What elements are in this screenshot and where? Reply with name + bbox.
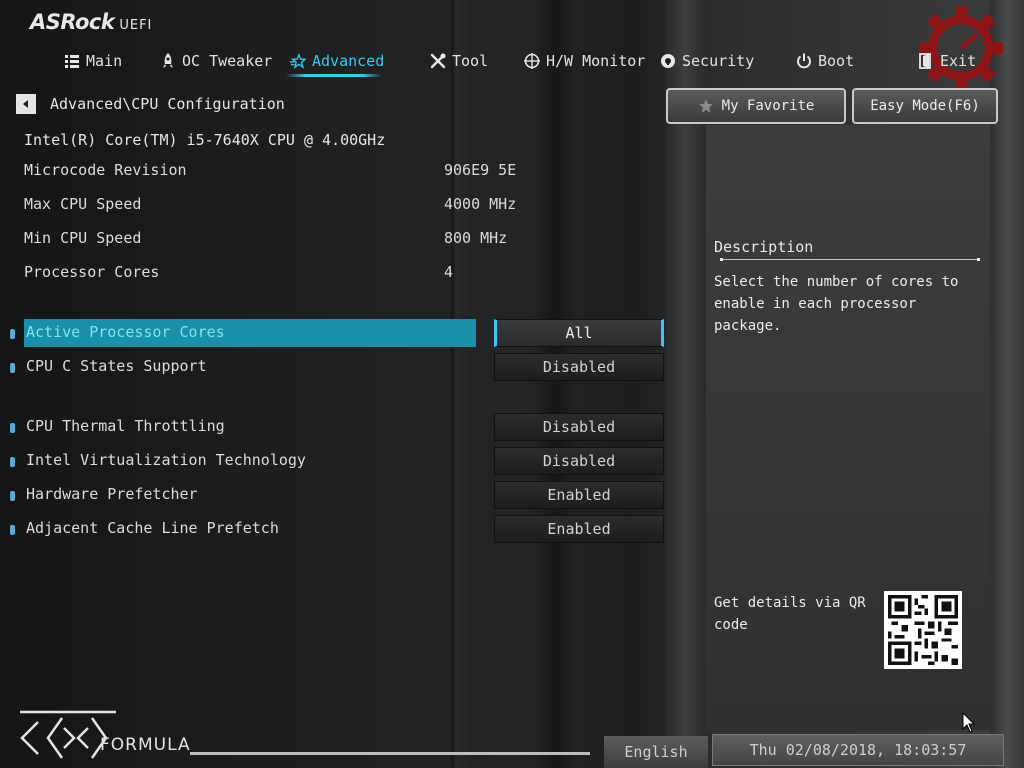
info-row: Min CPU Speed 800 MHz xyxy=(24,229,544,249)
exit-icon xyxy=(918,53,934,69)
brand-name: ASRock xyxy=(30,10,115,34)
info-value: 4000 MHz xyxy=(444,195,517,213)
tab-label: H/W Monitor xyxy=(546,52,646,70)
tab-label: Tool xyxy=(452,52,489,70)
tab-label: Main xyxy=(86,52,123,70)
description-text: Select the number of cores to enable in … xyxy=(714,274,959,334)
language-button[interactable]: English xyxy=(604,736,708,768)
tab-label: Security xyxy=(682,52,755,70)
info-value: 4 xyxy=(444,263,454,281)
asrock-logo: ASRock UEFI xyxy=(30,10,152,34)
breadcrumb-path: Advanced\CPU Configuration xyxy=(50,95,285,113)
description-title: Description xyxy=(714,238,814,256)
active-tab-indicator xyxy=(286,74,382,77)
option-label: Adjacent Cache Line Prefetch xyxy=(26,519,279,537)
tab-security[interactable]: Security xyxy=(660,46,754,76)
option-value-select[interactable]: Enabled xyxy=(494,481,664,509)
star-icon xyxy=(290,53,306,69)
tab-label: Advanced xyxy=(312,52,385,70)
easy-mode-button[interactable]: Easy Mode(F6) xyxy=(852,88,998,124)
option-label: Hardware Prefetcher xyxy=(26,485,198,503)
option-bullet xyxy=(10,363,15,373)
tab-boot[interactable]: Boot xyxy=(796,46,854,76)
option-value-select[interactable]: Disabled xyxy=(494,353,664,381)
power-icon xyxy=(796,53,812,69)
tab-main[interactable]: Main xyxy=(64,46,122,76)
option-bullet xyxy=(10,329,15,339)
description-divider xyxy=(720,258,980,261)
my-favorite-button[interactable]: My Favorite xyxy=(666,88,846,124)
datetime-display: Thu 02/08/2018, 18:03:57 xyxy=(712,734,1004,766)
formula-label: FORMULA xyxy=(100,735,191,755)
info-value: 906E9 5E xyxy=(444,161,517,179)
tab-hw-monitor[interactable]: H/W Monitor xyxy=(524,46,645,76)
option-hardware-prefetcher[interactable]: Hardware Prefetcher Enabled xyxy=(10,481,670,509)
option-label: CPU Thermal Throttling xyxy=(26,417,225,435)
tab-label: Exit xyxy=(940,52,977,70)
mouse-cursor-icon xyxy=(962,712,976,733)
background-stripe xyxy=(535,0,575,768)
option-cpu-c-states[interactable]: CPU C States Support Disabled xyxy=(10,353,670,381)
list-icon xyxy=(64,53,80,69)
shield-icon xyxy=(660,53,676,69)
monitor-icon xyxy=(524,53,540,69)
star-icon xyxy=(698,99,713,113)
qr-code xyxy=(884,591,962,669)
info-row: Microcode Revision 906E9 5E xyxy=(24,161,544,181)
back-button[interactable] xyxy=(16,94,36,114)
info-label: Max CPU Speed xyxy=(24,195,142,213)
uefi-label: UEFI xyxy=(119,18,153,33)
tab-label: Boot xyxy=(818,52,855,70)
info-row: Max CPU Speed 4000 MHz xyxy=(24,195,544,215)
breadcrumb: Advanced\CPU Configuration xyxy=(16,94,285,114)
option-label: CPU C States Support xyxy=(26,357,207,375)
top-nav: Main OC Tweaker Advanced Tool H/W Monito… xyxy=(0,46,1024,80)
easy-mode-label: Easy Mode(F6) xyxy=(870,98,980,114)
tab-advanced[interactable]: Advanced xyxy=(290,46,384,76)
option-value-select[interactable]: Disabled xyxy=(494,413,664,441)
tab-oc-tweaker[interactable]: OC Tweaker xyxy=(160,46,272,76)
option-bullet xyxy=(10,491,15,501)
option-value-select[interactable]: All xyxy=(494,319,664,347)
tab-label: OC Tweaker xyxy=(182,52,273,70)
back-arrow-icon xyxy=(23,100,28,108)
bottom-decoration-line xyxy=(190,752,590,755)
option-value-select[interactable]: Enabled xyxy=(494,515,664,543)
option-bullet xyxy=(10,457,15,467)
favorite-label: My Favorite xyxy=(721,98,815,114)
option-label: Active Processor Cores xyxy=(26,323,225,341)
option-bullet xyxy=(10,423,15,433)
tab-exit[interactable]: Exit xyxy=(918,46,976,76)
option-bullet xyxy=(10,525,15,535)
option-label: Intel Virtualization Technology xyxy=(26,451,306,469)
option-cpu-thermal-throttling[interactable]: CPU Thermal Throttling Disabled xyxy=(10,413,670,441)
info-label: Min CPU Speed xyxy=(24,229,142,247)
info-label: Microcode Revision xyxy=(24,161,187,179)
option-adjacent-cache-line-prefetch[interactable]: Adjacent Cache Line Prefetch Enabled xyxy=(10,515,670,543)
qr-caption: Get details via QR code xyxy=(714,595,866,633)
option-active-processor-cores[interactable]: Active Processor Cores All xyxy=(10,319,670,347)
info-label: Processor Cores xyxy=(24,263,160,281)
cpu-name: Intel(R) Core(TM) i5-7640X CPU @ 4.00GHz xyxy=(24,131,386,149)
tab-tool[interactable]: Tool xyxy=(430,46,488,76)
rocket-icon xyxy=(160,53,176,69)
tools-icon xyxy=(430,53,446,69)
info-value: 800 MHz xyxy=(444,229,508,247)
option-intel-virtualization[interactable]: Intel Virtualization Technology Disabled xyxy=(10,447,670,475)
qr-code-icon xyxy=(888,595,958,665)
option-value-select[interactable]: Disabled xyxy=(494,447,664,475)
info-row: Processor Cores 4 xyxy=(24,263,544,283)
